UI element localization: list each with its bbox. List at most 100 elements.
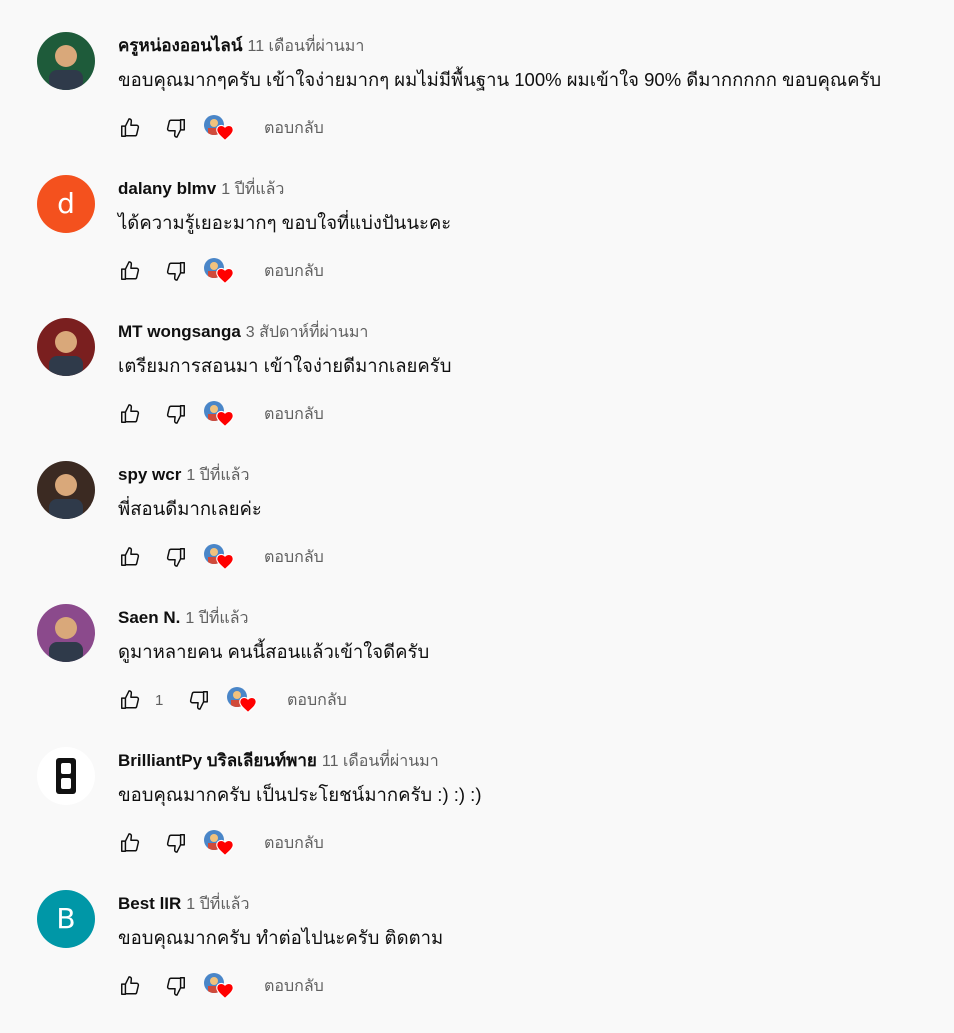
like-button[interactable] [118, 974, 142, 998]
heart-icon [216, 410, 234, 432]
heart-icon [216, 124, 234, 146]
author-name[interactable]: MT wongsanga [118, 322, 241, 341]
avatar-letter: d [37, 175, 95, 233]
comment-text: ดูมาหลายคน คนนี้สอนแล้วเข้าใจดีครับ [118, 641, 430, 662]
avatar[interactable] [37, 747, 95, 805]
thumb-up-icon [119, 546, 141, 568]
thumb-up-icon [119, 260, 141, 282]
like-button[interactable] [118, 259, 142, 283]
dislike-button[interactable] [187, 688, 211, 712]
comment-time[interactable]: 11 เดือนที่ผ่านมา [247, 38, 364, 55]
author-name[interactable]: spy wcr [118, 465, 181, 484]
author-name[interactable]: ครูหน่องออนไลน์ [118, 36, 242, 55]
author-name[interactable]: Saen N. [118, 608, 180, 627]
comment-header: Saen N. 1 ปีที่แล้ว [118, 607, 249, 630]
heart-icon [216, 553, 234, 575]
comment-time[interactable]: 1 ปีที่แล้ว [186, 467, 249, 484]
like-button[interactable] [118, 116, 142, 140]
comment-time[interactable]: 1 ปีที่แล้ว [221, 181, 284, 198]
comment-item: MT wongsanga 3 สัปดาห์ที่ผ่านมาเตรียมการส… [0, 318, 954, 461]
thumb-down-icon [165, 260, 187, 282]
author-name[interactable]: BrilliantPy บริลเลียนท์พาย [118, 751, 317, 770]
thumb-down-icon [188, 689, 210, 711]
comment-time[interactable]: 1 ปีที่แล้ว [186, 896, 249, 913]
like-button[interactable] [118, 688, 142, 712]
dislike-button[interactable] [164, 402, 188, 426]
comment-header: MT wongsanga 3 สัปดาห์ที่ผ่านมา [118, 321, 368, 344]
comment-actions: 1 ตอบกลับ [118, 686, 347, 714]
dislike-button[interactable] [164, 116, 188, 140]
like-button[interactable] [118, 402, 142, 426]
author-name[interactable]: dalany blmv [118, 179, 216, 198]
creator-heart-badge [204, 829, 234, 857]
thumb-down-icon [165, 546, 187, 568]
creator-heart-badge [227, 686, 257, 714]
avatar[interactable] [37, 318, 95, 376]
avatar[interactable] [37, 604, 95, 662]
heart-icon [216, 267, 234, 289]
reply-button[interactable]: ตอบกลับ [264, 402, 324, 427]
comment-text: ขอบคุณมากๆครับ เข้าใจง่ายมากๆ ผมไม่มีพื้… [118, 69, 882, 90]
reply-button[interactable]: ตอบกลับ [287, 688, 347, 713]
comment-time[interactable]: 3 สัปดาห์ที่ผ่านมา [246, 324, 369, 341]
avatar[interactable] [37, 461, 95, 519]
avatar-letter: B [37, 890, 95, 948]
comment-text: พี่สอนดีมากเลยค่ะ [118, 498, 262, 519]
dislike-button[interactable] [164, 259, 188, 283]
avatar[interactable]: B [37, 890, 95, 948]
thumb-down-icon [165, 975, 187, 997]
reply-button[interactable]: ตอบกลับ [264, 974, 324, 999]
heart-icon [239, 696, 257, 718]
creator-heart-badge [204, 257, 234, 285]
like-count: 1 [155, 691, 164, 709]
thumb-down-icon [165, 403, 187, 425]
heart-icon [216, 839, 234, 861]
comment-actions: ตอบกลับ [118, 400, 324, 428]
thumb-down-icon [165, 832, 187, 854]
comment-text: เตรียมการสอนมา เข้าใจง่ายดีมากเลยครับ [118, 355, 452, 376]
reply-button[interactable]: ตอบกลับ [264, 545, 324, 570]
comment-header: BrilliantPy บริลเลียนท์พาย 11 เดือนที่ผ่า… [118, 750, 439, 773]
comment-actions: ตอบกลับ [118, 829, 324, 857]
reply-button[interactable]: ตอบกลับ [264, 831, 324, 856]
comment-item: spy wcr 1 ปีที่แล้วพี่สอนดีมากเลยค่ะตอบกล… [0, 461, 954, 604]
creator-heart-badge [204, 543, 234, 571]
thumb-up-icon [119, 403, 141, 425]
comment-time[interactable]: 11 เดือนที่ผ่านมา [322, 753, 439, 770]
heart-icon [216, 982, 234, 1004]
thumb-up-icon [119, 832, 141, 854]
comment-text: ได้ความรู้เยอะมากๆ ขอบใจที่แบ่งปันนะคะ [118, 212, 452, 233]
comment-item: Saen N. 1 ปีที่แล้วดูมาหลายคน คนนี้สอนแล้… [0, 604, 954, 747]
reply-button[interactable]: ตอบกลับ [264, 116, 324, 141]
comment-item: B Best lIR 1 ปีที่แล้วขอบคุณมากครับ ทำต่อไ… [0, 890, 954, 1033]
comment-text: ขอบคุณมากครับ เป็นประโยชน์มากครับ :) :) … [118, 784, 482, 805]
creator-heart-badge [204, 972, 234, 1000]
comment-actions: ตอบกลับ [118, 543, 324, 571]
comment-actions: ตอบกลับ [118, 114, 324, 142]
author-name[interactable]: Best lIR [118, 894, 181, 913]
comment-item: ครูหน่องออนไลน์ 11 เดือนที่ผ่านมาขอบคุณมา… [0, 32, 954, 175]
comment-actions: ตอบกลับ [118, 972, 324, 1000]
thumb-up-icon [119, 117, 141, 139]
dislike-button[interactable] [164, 545, 188, 569]
comment-actions: ตอบกลับ [118, 257, 324, 285]
reply-button[interactable]: ตอบกลับ [264, 259, 324, 284]
like-button[interactable] [118, 545, 142, 569]
dislike-button[interactable] [164, 974, 188, 998]
comment-header: spy wcr 1 ปีที่แล้ว [118, 464, 249, 487]
avatar[interactable]: d [37, 175, 95, 233]
like-button[interactable] [118, 831, 142, 855]
comment-header: Best lIR 1 ปีที่แล้ว [118, 893, 249, 916]
comment-header: dalany blmv 1 ปีที่แล้ว [118, 178, 284, 201]
thumb-up-icon [119, 689, 141, 711]
comment-time[interactable]: 1 ปีที่แล้ว [185, 610, 248, 627]
creator-heart-badge [204, 114, 234, 142]
comment-item: d dalany blmv 1 ปีที่แล้วได้ความรู้เยอะมาก… [0, 175, 954, 318]
comment-text: ขอบคุณมากครับ ทำต่อไปนะครับ ติดตาม [118, 927, 444, 948]
dislike-button[interactable] [164, 831, 188, 855]
comment-header: ครูหน่องออนไลน์ 11 เดือนที่ผ่านมา [118, 35, 364, 58]
thumb-down-icon [165, 117, 187, 139]
avatar[interactable] [37, 32, 95, 90]
thumb-up-icon [119, 975, 141, 997]
creator-heart-badge [204, 400, 234, 428]
